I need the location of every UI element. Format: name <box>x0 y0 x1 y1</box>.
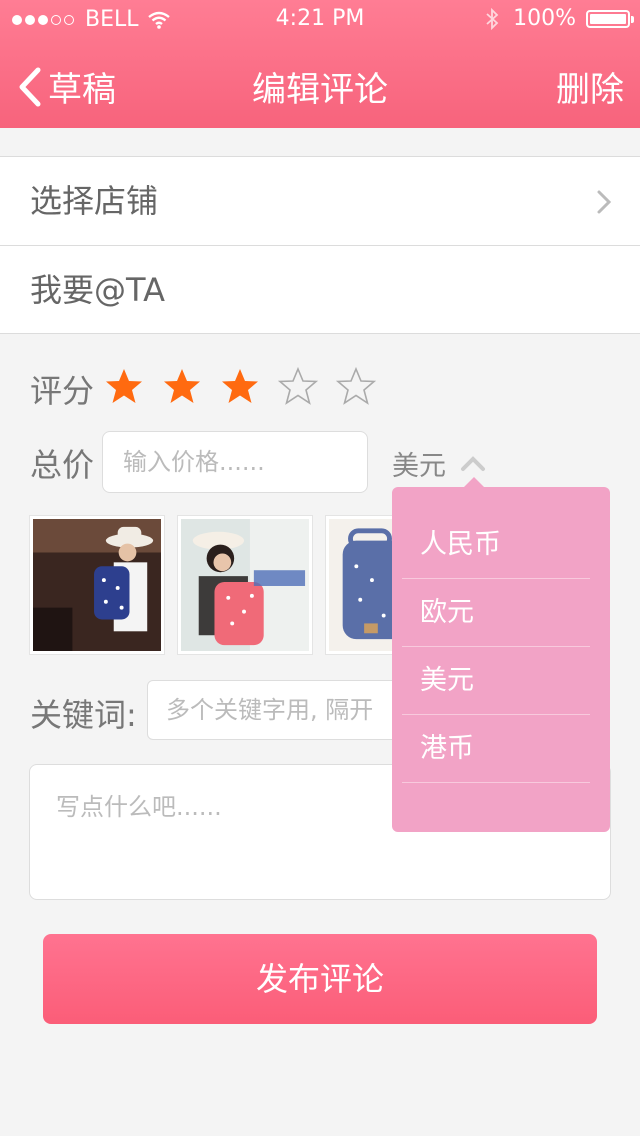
back-button[interactable]: 草稿 <box>16 62 116 111</box>
mention-label: 我要@TA <box>30 271 165 309</box>
publish-button[interactable]: 发布评论 <box>43 934 597 1024</box>
currency-option-eur[interactable]: 欧元 <box>402 579 590 647</box>
back-label: 草稿 <box>48 70 116 110</box>
star-filled-icon[interactable] <box>104 366 144 406</box>
status-right: 100% <box>485 6 634 31</box>
rating-label: 评分 <box>30 372 95 410</box>
currency-option-hkd[interactable]: 港币 <box>402 715 590 783</box>
backpack-photo-icon <box>33 519 161 651</box>
mention-row[interactable]: 我要@TA <box>0 246 640 334</box>
star-empty-icon[interactable] <box>336 366 376 406</box>
price-label: 总价 <box>30 446 95 484</box>
status-bar: BELL 4:21 PM 100% <box>0 0 640 40</box>
delete-button[interactable]: 删除 <box>556 62 624 111</box>
star-filled-icon[interactable] <box>162 366 202 406</box>
backpack-photo-icon <box>181 519 309 651</box>
star-filled-icon[interactable] <box>220 366 260 406</box>
photo-thumbnail[interactable] <box>177 515 313 655</box>
battery-icon <box>586 9 634 28</box>
currency-option-usd[interactable]: 美元 <box>402 647 590 715</box>
currency-dropdown: 人民币 欧元 美元 港币 <box>392 477 610 832</box>
chevron-left-icon <box>19 67 41 106</box>
chevron-right-icon <box>597 190 612 214</box>
battery-percent: 100% <box>513 6 576 31</box>
keywords-label: 关键词: <box>30 696 137 734</box>
chevron-up-icon <box>461 455 485 471</box>
price-input[interactable]: 输入价格...... <box>102 431 368 493</box>
star-empty-icon[interactable] <box>278 366 318 406</box>
select-store-row[interactable]: 选择店铺 <box>0 156 640 246</box>
currency-selected: 美元 <box>392 451 446 482</box>
rating-stars[interactable] <box>104 366 394 406</box>
navigation-header: BELL 4:21 PM 100% 草稿 编辑评论 删除 <box>0 0 640 128</box>
currency-option-cny[interactable]: 人民币 <box>402 511 590 579</box>
select-store-label: 选择店铺 <box>30 182 159 220</box>
bluetooth-icon <box>486 7 499 30</box>
photo-thumbnail[interactable] <box>29 515 165 655</box>
